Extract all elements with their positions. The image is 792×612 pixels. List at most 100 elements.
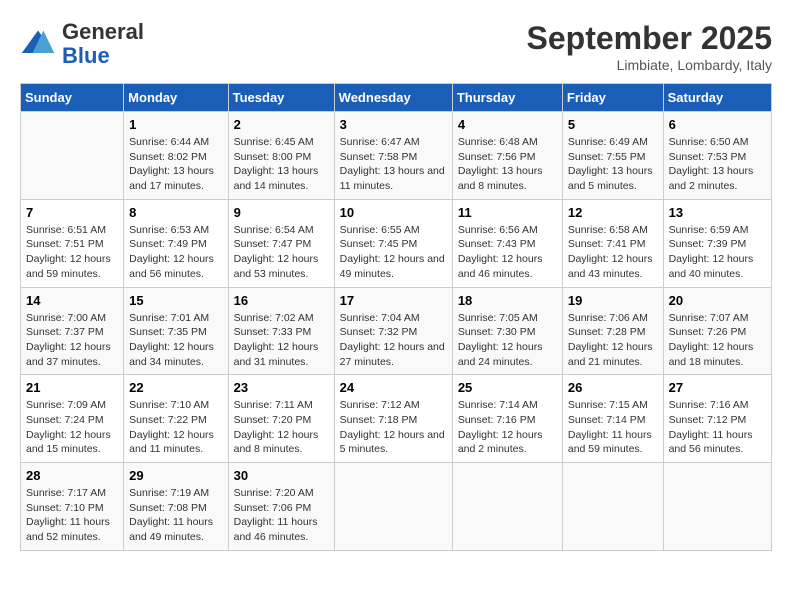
day-number: 8 — [129, 205, 222, 220]
cell-info: Sunrise: 7:02 AM Sunset: 7:33 PM Dayligh… — [234, 311, 329, 370]
calendar-cell: 29 Sunrise: 7:19 AM Sunset: 7:08 PM Dayli… — [124, 463, 228, 551]
day-number: 26 — [568, 380, 658, 395]
day-number: 11 — [458, 205, 557, 220]
cell-info: Sunrise: 6:47 AM Sunset: 7:58 PM Dayligh… — [340, 135, 447, 194]
cell-info: Sunrise: 7:00 AM Sunset: 7:37 PM Dayligh… — [26, 311, 118, 370]
calendar-cell: 7Sunrise: 6:51 AM Sunset: 7:51 PM Daylig… — [21, 199, 124, 287]
day-number: 17 — [340, 293, 447, 308]
day-number: 10 — [340, 205, 447, 220]
day-number: 4 — [458, 117, 557, 132]
day-number: 29 — [129, 468, 222, 483]
day-number: 25 — [458, 380, 557, 395]
day-number: 18 — [458, 293, 557, 308]
cell-info: Sunrise: 6:53 AM Sunset: 7:49 PM Dayligh… — [129, 223, 222, 282]
logo: General Blue — [20, 20, 144, 68]
day-number: 16 — [234, 293, 329, 308]
cell-info: Sunrise: 6:48 AM Sunset: 7:56 PM Dayligh… — [458, 135, 557, 194]
cell-info: Sunrise: 6:45 AM Sunset: 8:00 PM Dayligh… — [234, 135, 329, 194]
cell-info: Sunrise: 7:09 AM Sunset: 7:24 PM Dayligh… — [26, 398, 118, 457]
day-number: 27 — [669, 380, 766, 395]
day-number: 30 — [234, 468, 329, 483]
logo-general-text: General — [62, 19, 144, 44]
calendar-cell: 16 Sunrise: 7:02 AM Sunset: 7:33 PM Dayli… — [228, 287, 334, 375]
day-number: 15 — [129, 293, 222, 308]
calendar-cell — [334, 463, 452, 551]
calendar-cell: 12 Sunrise: 6:58 AM Sunset: 7:41 PM Dayli… — [562, 199, 663, 287]
calendar-cell: 6Sunrise: 6:50 AM Sunset: 7:53 PM Daylig… — [663, 112, 771, 200]
cell-info: Sunrise: 7:11 AM Sunset: 7:20 PM Dayligh… — [234, 398, 329, 457]
calendar-table: SundayMondayTuesdayWednesdayThursdayFrid… — [20, 83, 772, 551]
cell-info: Sunrise: 6:59 AM Sunset: 7:39 PM Dayligh… — [669, 223, 766, 282]
calendar-cell: 26 Sunrise: 7:15 AM Sunset: 7:14 PM Dayli… — [562, 375, 663, 463]
logo-icon — [20, 26, 56, 62]
calendar-cell — [21, 112, 124, 200]
calendar-week-row: 1 Sunrise: 6:44 AM Sunset: 8:02 PM Daylig… — [21, 112, 772, 200]
calendar-cell: 3 Sunrise: 6:47 AM Sunset: 7:58 PM Daylig… — [334, 112, 452, 200]
cell-info: Sunrise: 7:01 AM Sunset: 7:35 PM Dayligh… — [129, 311, 222, 370]
day-number: 22 — [129, 380, 222, 395]
calendar-header-row: SundayMondayTuesdayWednesdayThursdayFrid… — [21, 84, 772, 112]
day-number: 9 — [234, 205, 329, 220]
cell-info: Sunrise: 7:12 AM Sunset: 7:18 PM Dayligh… — [340, 398, 447, 457]
cell-info: Sunrise: 7:06 AM Sunset: 7:28 PM Dayligh… — [568, 311, 658, 370]
cell-info: Sunrise: 7:15 AM Sunset: 7:14 PM Dayligh… — [568, 398, 658, 457]
calendar-cell: 24 Sunrise: 7:12 AM Sunset: 7:18 PM Dayli… — [334, 375, 452, 463]
day-number: 2 — [234, 117, 329, 132]
calendar-cell: 18Sunrise: 7:05 AM Sunset: 7:30 PM Dayli… — [452, 287, 562, 375]
day-number: 23 — [234, 380, 329, 395]
calendar-cell: 11 Sunrise: 6:56 AM Sunset: 7:43 PM Dayli… — [452, 199, 562, 287]
calendar-cell: 10 Sunrise: 6:55 AM Sunset: 7:45 PM Dayli… — [334, 199, 452, 287]
day-number: 1 — [129, 117, 222, 132]
calendar-cell: 27Sunrise: 7:16 AM Sunset: 7:12 PM Dayli… — [663, 375, 771, 463]
month-title: September 2025 — [527, 20, 772, 57]
calendar-week-row: 28 Sunrise: 7:17 AM Sunset: 7:10 PM Dayli… — [21, 463, 772, 551]
cell-info: Sunrise: 6:44 AM Sunset: 8:02 PM Dayligh… — [129, 135, 222, 194]
cell-info: Sunrise: 6:54 AM Sunset: 7:47 PM Dayligh… — [234, 223, 329, 282]
calendar-week-row: 21Sunrise: 7:09 AM Sunset: 7:24 PM Dayli… — [21, 375, 772, 463]
calendar-cell: 23 Sunrise: 7:11 AM Sunset: 7:20 PM Dayli… — [228, 375, 334, 463]
calendar-cell: 25 Sunrise: 7:14 AM Sunset: 7:16 PM Dayli… — [452, 375, 562, 463]
day-number: 6 — [669, 117, 766, 132]
cell-info: Sunrise: 7:10 AM Sunset: 7:22 PM Dayligh… — [129, 398, 222, 457]
calendar-header-friday: Friday — [562, 84, 663, 112]
calendar-cell: 1 Sunrise: 6:44 AM Sunset: 8:02 PM Daylig… — [124, 112, 228, 200]
cell-info: Sunrise: 6:58 AM Sunset: 7:41 PM Dayligh… — [568, 223, 658, 282]
day-number: 28 — [26, 468, 118, 483]
calendar-cell: 28 Sunrise: 7:17 AM Sunset: 7:10 PM Dayli… — [21, 463, 124, 551]
calendar-cell: 5 Sunrise: 6:49 AM Sunset: 7:55 PM Daylig… — [562, 112, 663, 200]
calendar-cell: 9 Sunrise: 6:54 AM Sunset: 7:47 PM Daylig… — [228, 199, 334, 287]
calendar-cell: 17Sunrise: 7:04 AM Sunset: 7:32 PM Dayli… — [334, 287, 452, 375]
logo-blue-text: Blue — [62, 43, 110, 68]
calendar-cell — [562, 463, 663, 551]
day-number: 13 — [669, 205, 766, 220]
calendar-cell: 2 Sunrise: 6:45 AM Sunset: 8:00 PM Daylig… — [228, 112, 334, 200]
day-number: 3 — [340, 117, 447, 132]
calendar-cell: 19Sunrise: 7:06 AM Sunset: 7:28 PM Dayli… — [562, 287, 663, 375]
calendar-cell — [452, 463, 562, 551]
calendar-week-row: 7Sunrise: 6:51 AM Sunset: 7:51 PM Daylig… — [21, 199, 772, 287]
calendar-cell: 4 Sunrise: 6:48 AM Sunset: 7:56 PM Daylig… — [452, 112, 562, 200]
calendar-cell: 20Sunrise: 7:07 AM Sunset: 7:26 PM Dayli… — [663, 287, 771, 375]
cell-info: Sunrise: 6:49 AM Sunset: 7:55 PM Dayligh… — [568, 135, 658, 194]
day-number: 12 — [568, 205, 658, 220]
day-number: 5 — [568, 117, 658, 132]
calendar-cell: 21Sunrise: 7:09 AM Sunset: 7:24 PM Dayli… — [21, 375, 124, 463]
day-number: 14 — [26, 293, 118, 308]
calendar-cell — [663, 463, 771, 551]
location: Limbiate, Lombardy, Italy — [527, 57, 772, 73]
day-number: 24 — [340, 380, 447, 395]
cell-info: Sunrise: 6:55 AM Sunset: 7:45 PM Dayligh… — [340, 223, 447, 282]
calendar-body: 1 Sunrise: 6:44 AM Sunset: 8:02 PM Daylig… — [21, 112, 772, 551]
calendar-header-monday: Monday — [124, 84, 228, 112]
cell-info: Sunrise: 7:14 AM Sunset: 7:16 PM Dayligh… — [458, 398, 557, 457]
title-section: September 2025 Limbiate, Lombardy, Italy — [527, 20, 772, 73]
calendar-cell: 13 Sunrise: 6:59 AM Sunset: 7:39 PM Dayli… — [663, 199, 771, 287]
calendar-cell: 8 Sunrise: 6:53 AM Sunset: 7:49 PM Daylig… — [124, 199, 228, 287]
cell-info: Sunrise: 7:19 AM Sunset: 7:08 PM Dayligh… — [129, 486, 222, 545]
cell-info: Sunrise: 6:51 AM Sunset: 7:51 PM Dayligh… — [26, 223, 118, 282]
calendar-cell: 15 Sunrise: 7:01 AM Sunset: 7:35 PM Dayli… — [124, 287, 228, 375]
page-header: General Blue September 2025 Limbiate, Lo… — [20, 20, 772, 73]
cell-info: Sunrise: 7:07 AM Sunset: 7:26 PM Dayligh… — [669, 311, 766, 370]
cell-info: Sunrise: 7:17 AM Sunset: 7:10 PM Dayligh… — [26, 486, 118, 545]
cell-info: Sunrise: 6:56 AM Sunset: 7:43 PM Dayligh… — [458, 223, 557, 282]
